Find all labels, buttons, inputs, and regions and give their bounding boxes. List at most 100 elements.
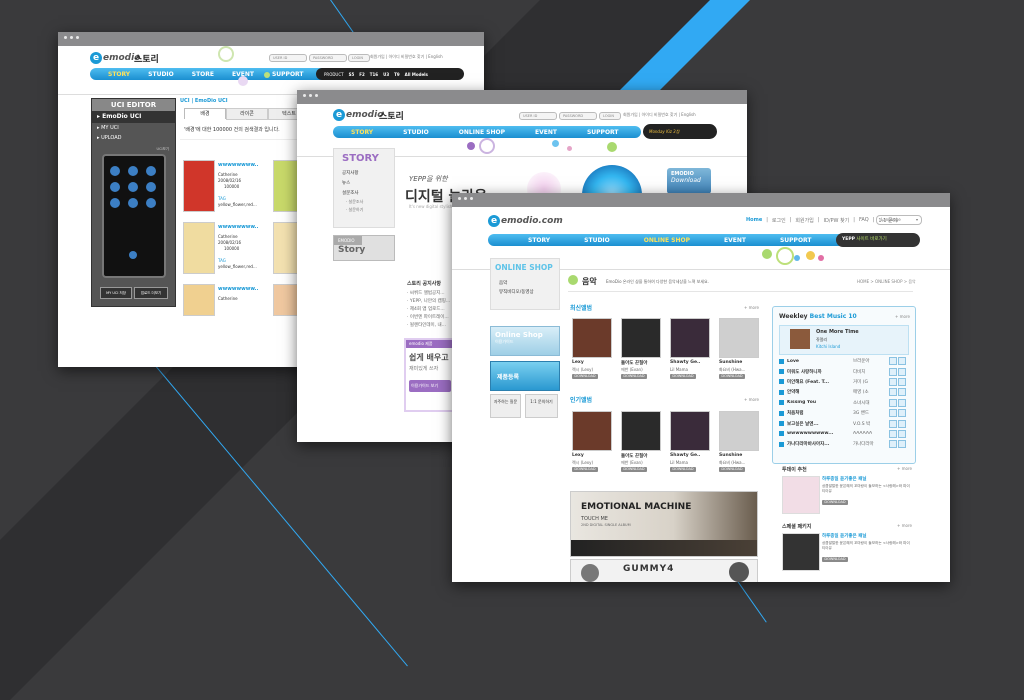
download-icon[interactable] (898, 398, 906, 407)
yepp-banner[interactable]: YEPP 사이트 바로가기 (836, 233, 920, 247)
album-card[interactable]: 돌아도 끈질아 에반 (Evan) DOWNLOAD (619, 411, 663, 481)
side-sub-1[interactable]: · 설문조사 (334, 198, 394, 206)
download-button[interactable]: DOWNLOAD (719, 467, 745, 472)
weekly-row-title[interactable]: Love (787, 359, 853, 364)
upload-more-button[interactable]: 업로드 더보기 (134, 287, 168, 299)
account-links[interactable]: 회원가입 | 아이디 비밀번호 찾기 | English (370, 54, 443, 60)
side-menu-music[interactable]: 음악 (491, 276, 559, 287)
weekly-row[interactable]: 안약해 매영 (소 (779, 387, 907, 397)
download-icon[interactable] (898, 357, 906, 366)
language-select[interactable]: Language ▾ (876, 215, 922, 225)
recommend-heading[interactable]: 하루종일 듣기좋은 패닐 (822, 476, 867, 482)
download-button[interactable]: EMODIO Download (667, 168, 711, 194)
nav-story[interactable]: STORY (108, 71, 130, 78)
album-card[interactable]: Sunshine 화요비 (Hwa... DOWNLOAD (717, 318, 761, 388)
item-title[interactable]: wwwwwwww.. (218, 224, 258, 230)
nav-studio[interactable]: STUDIO (584, 237, 610, 244)
weekly-row[interactable]: 처음처럼 3G 밴드 (779, 408, 907, 418)
download-button[interactable]: DOWNLOAD (621, 374, 647, 379)
app-icon[interactable] (146, 198, 156, 208)
album-name[interactable]: Shawty Ge.. (670, 360, 700, 365)
download-button[interactable]: DOWNLOAD (822, 500, 848, 505)
password-field[interactable]: PASSWORD (559, 112, 597, 120)
weekly-row-title[interactable]: 미워도 사랑하니까 (787, 369, 853, 375)
weekly-more-link[interactable]: + more (895, 314, 910, 319)
weekly-row[interactable]: 가나다라마바사아자... 가나다라마 (779, 439, 907, 449)
uci-menu-my[interactable]: ▸ MY UCI (92, 123, 175, 133)
album-cover[interactable] (572, 411, 612, 451)
app-icon[interactable] (110, 166, 120, 176)
weekly-row-title[interactable]: 미안해요 (Feat. T... (787, 379, 853, 385)
app-icon[interactable] (110, 198, 120, 208)
album-card[interactable]: Shawty Ge.. Lil Mama DOWNLOAD (668, 411, 712, 481)
album-name[interactable]: Lexy (572, 360, 584, 365)
add-icon[interactable] (889, 409, 897, 418)
weekly-row[interactable]: 미안해요 (Feat. T... 거미 (G (779, 377, 907, 387)
album-cover[interactable] (719, 318, 759, 358)
download-button[interactable]: DOWNLOAD (572, 374, 598, 379)
album-card[interactable]: Lexy 렉시 (Lexy) DOWNLOAD (570, 411, 614, 481)
weekly-top-item[interactable]: One More Time 쥬얼리 Kitchi Island (779, 325, 909, 355)
story-button[interactable]: EMODIO Story (333, 235, 395, 261)
nav-support[interactable]: SUPPORT (780, 237, 812, 244)
link-join[interactable]: 회원가입 (795, 217, 813, 224)
recommend-more-link[interactable]: + more (897, 466, 912, 471)
download-icon[interactable] (898, 388, 906, 397)
uci-menu-emodio[interactable]: ▸ EmoDio UCI (92, 111, 175, 123)
play-icon[interactable] (779, 410, 784, 416)
brand-logo[interactable]: e emodio (333, 109, 383, 121)
weekly-row-title[interactable]: 처음처럼 (787, 410, 853, 416)
download-icon[interactable] (898, 429, 906, 438)
uci-menu-upload[interactable]: ▸ UPLOAD (92, 133, 175, 143)
play-icon[interactable] (779, 421, 784, 427)
download-button[interactable]: DOWNLOAD (670, 467, 696, 472)
artist-banner[interactable]: Monday Kiz 3집 (643, 124, 717, 139)
item-title[interactable]: wwwwwwww.. (218, 286, 258, 292)
download-icon[interactable] (898, 440, 906, 449)
nav-event[interactable]: EVENT (724, 237, 746, 244)
app-icon[interactable] (146, 166, 156, 176)
notice-item[interactable]: · 이번엔 파이트레이... (407, 314, 450, 322)
nav-online-shop[interactable]: ONLINE SHOP (459, 129, 505, 136)
brand-logo[interactable]: e emodio.com (488, 215, 563, 227)
download-icon[interactable] (898, 367, 906, 376)
side-menu-notice[interactable]: 공지사항 (334, 168, 394, 178)
weekly-row[interactable]: wwwwwwwwww... AAAAAA (779, 429, 907, 439)
add-icon[interactable] (889, 367, 897, 376)
emotional-machine-banner[interactable]: EMOTIONAL MACHINE TOUCH ME 2ND DIGITAL S… (570, 491, 758, 557)
login-button[interactable]: LOGIN (599, 112, 621, 120)
download-icon[interactable] (898, 419, 906, 428)
nav-store[interactable]: STORE (192, 71, 214, 78)
add-icon[interactable] (889, 398, 897, 407)
play-icon[interactable] (779, 379, 784, 385)
notice-item[interactable]: · 제4회 앱 업로드... (407, 306, 450, 314)
album-name[interactable]: Sunshine (719, 360, 742, 365)
tab-background[interactable]: 배경 (184, 108, 226, 119)
album-card[interactable]: Sunshine 화요비 (Hwa... DOWNLOAD (717, 411, 761, 481)
app-icon[interactable] (146, 182, 156, 192)
play-icon[interactable] (779, 441, 784, 447)
nav-support[interactable]: SUPPORT (587, 129, 619, 136)
package-thumb[interactable] (782, 533, 820, 571)
nav-story[interactable]: STORY (528, 237, 550, 244)
side-menu-news[interactable]: 뉴스 (334, 178, 394, 188)
nav-story[interactable]: STORY (351, 129, 373, 136)
login-button[interactable]: LOGIN (348, 54, 370, 62)
album-cover[interactable] (719, 411, 759, 451)
password-field[interactable]: PASSWORD (309, 54, 347, 62)
nav-studio[interactable]: STUDIO (403, 129, 429, 136)
add-icon[interactable] (889, 388, 897, 397)
play-icon[interactable] (779, 369, 784, 375)
product-register-button[interactable]: 제품등록 (490, 361, 560, 391)
app-icon[interactable] (110, 182, 120, 192)
play-icon[interactable] (779, 431, 784, 437)
model-s5[interactable]: S5 (349, 72, 355, 77)
weekly-row[interactable]: 보고싶은 날엔... V.O.S 박 (779, 418, 907, 428)
album-name[interactable]: Shawty Ge.. (670, 453, 700, 458)
nav-event[interactable]: EVENT (535, 129, 557, 136)
side-menu-mv[interactable]: 뮤직비디오/동영상 (491, 287, 559, 297)
add-icon[interactable] (889, 419, 897, 428)
uci-thumbnail[interactable] (183, 284, 215, 316)
home-icon[interactable] (129, 251, 137, 259)
shop-guide-button[interactable]: Online Shop 이용가이드 (490, 326, 560, 356)
